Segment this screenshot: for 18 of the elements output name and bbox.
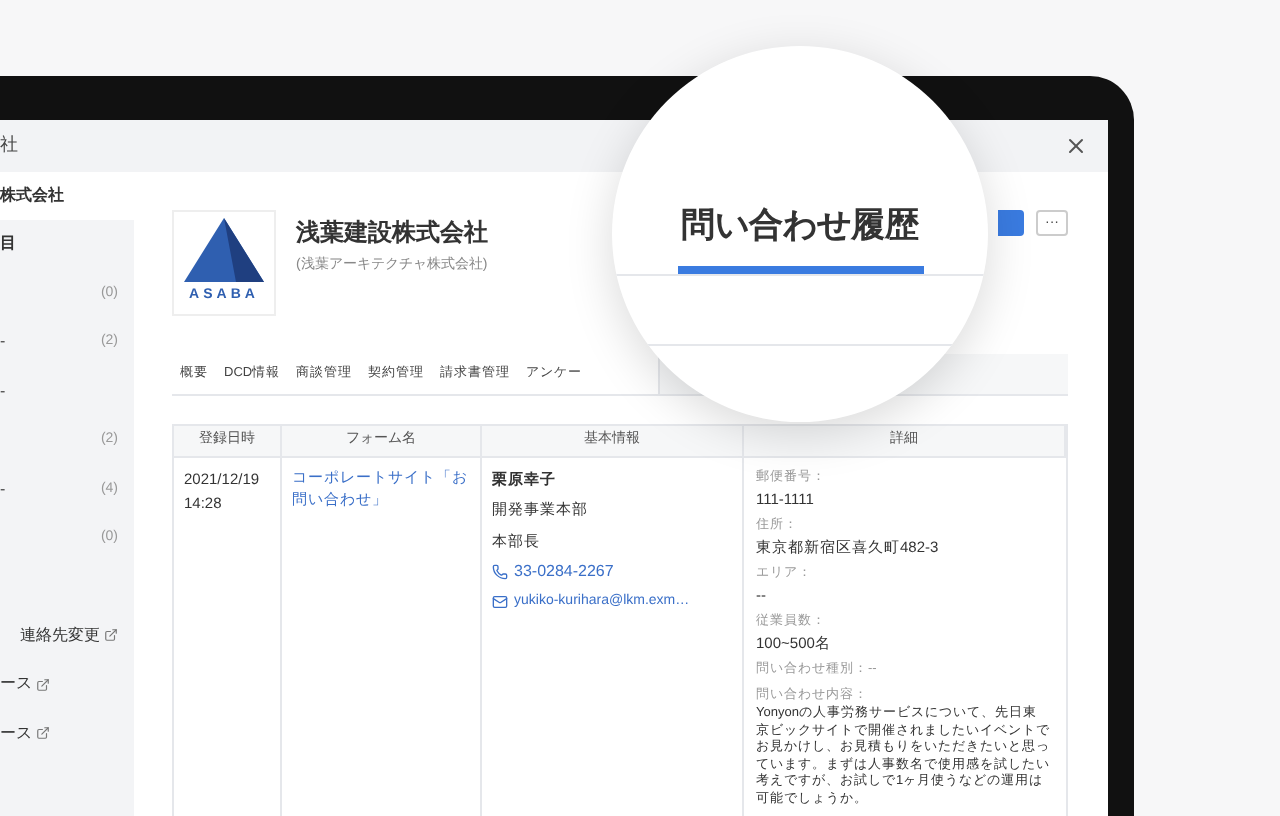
- sidebar-link[interactable]: 連絡先変更: [20, 623, 100, 648]
- window-title: 社: [0, 132, 18, 159]
- mail-icon: [492, 594, 508, 610]
- sidebar-item[interactable]: -: [0, 330, 6, 355]
- phone-icon: [492, 563, 508, 580]
- external-link-icon: [36, 677, 50, 692]
- triangle-logo-icon: [184, 218, 264, 283]
- sidebar-item[interactable]: 目: [0, 232, 16, 257]
- sidebar-link[interactable]: ース: [0, 672, 32, 697]
- company-name: 浅葉建設株式会社: [296, 216, 488, 250]
- sidebar-item[interactable]: -: [0, 477, 6, 502]
- phone-link[interactable]: 33-0284-2267: [514, 559, 614, 584]
- sidebar-heading: 株式会社: [0, 184, 66, 208]
- external-link-icon: [36, 726, 50, 741]
- sidebar-link[interactable]: ース: [0, 721, 32, 746]
- sidebar-item[interactable]: -: [0, 379, 6, 404]
- close-icon[interactable]: [1064, 134, 1088, 158]
- external-link-icon: [104, 628, 118, 643]
